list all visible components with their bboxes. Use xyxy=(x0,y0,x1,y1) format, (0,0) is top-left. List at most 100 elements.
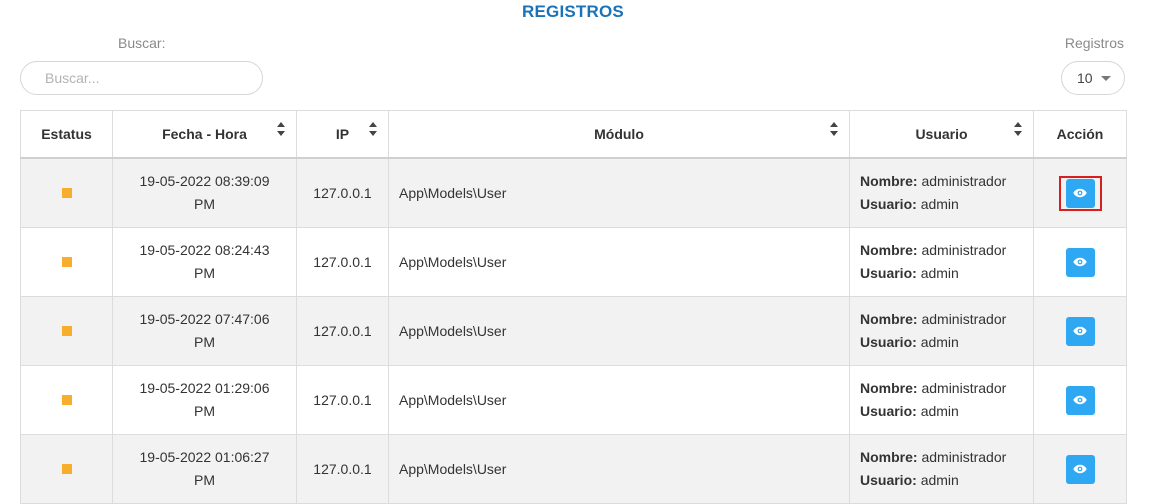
user-name-value: administrador xyxy=(921,449,1007,465)
caret-down-icon xyxy=(1100,75,1111,81)
sort-icon[interactable] xyxy=(1014,122,1022,136)
table-row: 19-05-2022 07:47:06 PM 127.0.0.1 App\Models… xyxy=(20,296,1127,366)
ip-value: 127.0.0.1 xyxy=(313,184,372,201)
module-cell: App\Models\User xyxy=(388,227,850,297)
ip-value: 127.0.0.1 xyxy=(313,322,372,339)
user-name-key: Nombre: xyxy=(860,311,918,327)
user-login-key: Usuario: xyxy=(860,403,917,419)
records-per-page-select[interactable]: 10 xyxy=(1061,61,1125,95)
eye-icon xyxy=(1073,395,1087,405)
user-cell: Nombre: administrador Usuario: admin xyxy=(849,296,1034,366)
table-row: 19-05-2022 08:39:09 PM 127.0.0.1 App\Models… xyxy=(20,157,1127,228)
ip-cell: 127.0.0.1 xyxy=(296,157,389,228)
ip-value: 127.0.0.1 xyxy=(313,460,372,477)
datetime-value: 19-05-2022 01:06:27 xyxy=(139,449,270,465)
sort-icon[interactable] xyxy=(369,122,377,136)
ip-value: 127.0.0.1 xyxy=(313,253,372,270)
datetime-ampm: PM xyxy=(194,472,215,488)
module-value: App\Models\User xyxy=(399,460,507,477)
datetime-cell: 19-05-2022 08:24:43 PM xyxy=(112,227,297,297)
datetime-cell: 19-05-2022 08:39:09 PM xyxy=(112,157,297,228)
eye-icon xyxy=(1073,257,1087,267)
module-value: App\Models\User xyxy=(399,184,507,201)
records-table: Estatus Fecha - Hora IP Módulo Usuario A… xyxy=(20,110,1127,504)
ip-cell: 127.0.0.1 xyxy=(296,227,389,297)
module-cell: App\Models\User xyxy=(388,434,850,504)
user-login-value: admin xyxy=(920,265,959,281)
sort-icon[interactable] xyxy=(277,122,285,136)
table-row: 19-05-2022 01:06:27 PM 127.0.0.1 App\Models… xyxy=(20,434,1127,504)
view-button[interactable] xyxy=(1065,178,1095,208)
status-indicator xyxy=(61,325,72,336)
user-name-value: administrador xyxy=(921,380,1007,396)
column-header-user-label: Usuario xyxy=(915,126,968,142)
action-cell xyxy=(1033,434,1127,504)
datetime-cell: 19-05-2022 01:06:27 PM xyxy=(112,434,297,504)
column-header-user[interactable]: Usuario xyxy=(849,110,1034,159)
column-header-module[interactable]: Módulo xyxy=(388,110,850,159)
datetime-ampm: PM xyxy=(194,196,215,212)
datetime-cell: 19-05-2022 07:47:06 PM xyxy=(112,296,297,366)
status-indicator xyxy=(61,187,72,198)
view-button[interactable] xyxy=(1065,316,1095,346)
user-login-key: Usuario: xyxy=(860,196,917,212)
user-name-value: administrador xyxy=(921,311,1007,327)
column-header-datetime[interactable]: Fecha - Hora xyxy=(112,110,297,159)
eye-icon xyxy=(1073,326,1087,336)
table-row: 19-05-2022 08:24:43 PM 127.0.0.1 App\Models… xyxy=(20,227,1127,297)
module-value: App\Models\User xyxy=(399,253,507,270)
action-cell xyxy=(1033,296,1127,366)
column-header-status: Estatus xyxy=(20,110,113,159)
status-cell xyxy=(20,365,113,435)
datetime-value: 19-05-2022 08:39:09 xyxy=(139,173,270,189)
search-input[interactable] xyxy=(20,61,263,95)
user-login-key: Usuario: xyxy=(860,265,917,281)
page-title: REGISTROS xyxy=(522,2,624,21)
column-header-status-label: Estatus xyxy=(41,126,92,142)
column-header-ip-label: IP xyxy=(335,126,350,142)
view-button[interactable] xyxy=(1065,385,1095,415)
module-value: App\Models\User xyxy=(399,322,507,339)
status-cell xyxy=(20,157,113,228)
datetime-ampm: PM xyxy=(194,403,215,419)
user-login-key: Usuario: xyxy=(860,472,917,488)
ip-cell: 127.0.0.1 xyxy=(296,365,389,435)
user-login-value: admin xyxy=(920,472,959,488)
user-login-value: admin xyxy=(920,196,959,212)
column-header-module-label: Módulo xyxy=(594,126,644,142)
datetime-ampm: PM xyxy=(194,334,215,350)
records-per-page-value: 10 xyxy=(1077,70,1093,86)
user-login-value: admin xyxy=(920,334,959,350)
user-cell: Nombre: administrador Usuario: admin xyxy=(849,227,1034,297)
action-cell xyxy=(1033,365,1127,435)
ip-cell: 127.0.0.1 xyxy=(296,434,389,504)
module-value: App\Models\User xyxy=(399,391,507,408)
records-per-page-label: Registros xyxy=(1064,35,1124,51)
user-cell: Nombre: administrador Usuario: admin xyxy=(849,365,1034,435)
user-login-key: Usuario: xyxy=(860,334,917,350)
status-indicator xyxy=(61,256,72,267)
status-cell xyxy=(20,296,113,366)
action-cell xyxy=(1033,227,1127,297)
user-login-value: admin xyxy=(920,403,959,419)
datetime-value: 19-05-2022 08:24:43 xyxy=(139,242,270,258)
eye-icon xyxy=(1073,464,1087,474)
module-cell: App\Models\User xyxy=(388,296,850,366)
sort-icon[interactable] xyxy=(830,122,838,136)
column-header-datetime-label: Fecha - Hora xyxy=(162,126,247,142)
view-button[interactable] xyxy=(1065,454,1095,484)
user-name-key: Nombre: xyxy=(860,173,918,189)
user-cell: Nombre: administrador Usuario: admin xyxy=(849,157,1034,228)
column-header-action: Acción xyxy=(1033,110,1127,159)
view-button[interactable] xyxy=(1065,247,1095,277)
action-cell xyxy=(1033,157,1127,228)
ip-value: 127.0.0.1 xyxy=(313,391,372,408)
user-name-key: Nombre: xyxy=(860,242,918,258)
user-name-value: administrador xyxy=(921,173,1007,189)
user-cell: Nombre: administrador Usuario: admin xyxy=(849,434,1034,504)
datetime-ampm: PM xyxy=(194,265,215,281)
user-name-value: administrador xyxy=(921,242,1007,258)
column-header-ip[interactable]: IP xyxy=(296,110,389,159)
highlight-box xyxy=(1058,175,1102,211)
table-body: 19-05-2022 08:39:09 PM 127.0.0.1 App\Models… xyxy=(20,157,1127,504)
